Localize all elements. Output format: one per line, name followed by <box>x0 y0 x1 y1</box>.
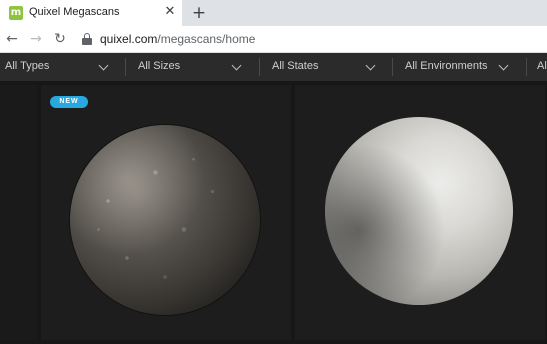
gravel-sphere-preview <box>70 125 260 315</box>
asset-card[interactable] <box>295 85 545 340</box>
filter-label: All States <box>272 60 319 72</box>
asset-card[interactable]: NEW <box>41 85 291 340</box>
back-arrow-icon[interactable]: ← <box>1 28 23 50</box>
divider <box>392 58 393 76</box>
asset-grid: NEW <box>0 81 547 344</box>
asset-card-partial[interactable] <box>0 85 37 340</box>
chevron-down-icon <box>365 60 376 71</box>
filter-label: All <box>537 60 547 72</box>
filter-types-dropdown[interactable]: All Types <box>0 53 120 81</box>
filter-more-dropdown[interactable]: All <box>533 53 547 81</box>
chevron-down-icon <box>98 60 109 71</box>
new-badge: NEW <box>50 96 88 108</box>
filter-states-dropdown[interactable]: All States <box>267 53 387 81</box>
filter-label: All Types <box>5 60 50 72</box>
filter-bar: All Types All Sizes All States All Envir… <box>0 53 547 81</box>
reload-icon[interactable]: ↻ <box>49 28 71 50</box>
address-bar[interactable]: quixel.com/megascans/home <box>100 32 255 46</box>
chevron-down-icon <box>231 60 242 71</box>
filter-label: All Sizes <box>138 60 181 72</box>
url-host: quixel.com <box>100 32 158 46</box>
filter-label: All Environments <box>405 60 488 72</box>
tab-strip: m Quixel Megascans ✕ + <box>0 0 547 26</box>
chevron-down-icon <box>498 60 509 71</box>
megascans-favicon-icon: m <box>9 6 23 20</box>
browser-tab[interactable]: m Quixel Megascans ✕ <box>0 0 182 26</box>
new-tab-button[interactable]: + <box>189 3 209 23</box>
forward-arrow-icon[interactable]: → <box>25 28 47 50</box>
browser-toolbar: ← → ↻ quixel.com/megascans/home <box>0 26 547 53</box>
divider <box>125 58 126 76</box>
tab-title: Quixel Megascans <box>29 6 120 18</box>
lock-icon[interactable] <box>82 33 92 45</box>
close-tab-icon[interactable]: ✕ <box>162 4 178 20</box>
divider <box>526 58 527 76</box>
filter-environments-dropdown[interactable]: All Environments <box>400 53 520 81</box>
filter-sizes-dropdown[interactable]: All Sizes <box>133 53 253 81</box>
url-path: /megascans/home <box>157 32 256 46</box>
concrete-sphere-preview <box>325 117 513 305</box>
divider <box>259 58 260 76</box>
